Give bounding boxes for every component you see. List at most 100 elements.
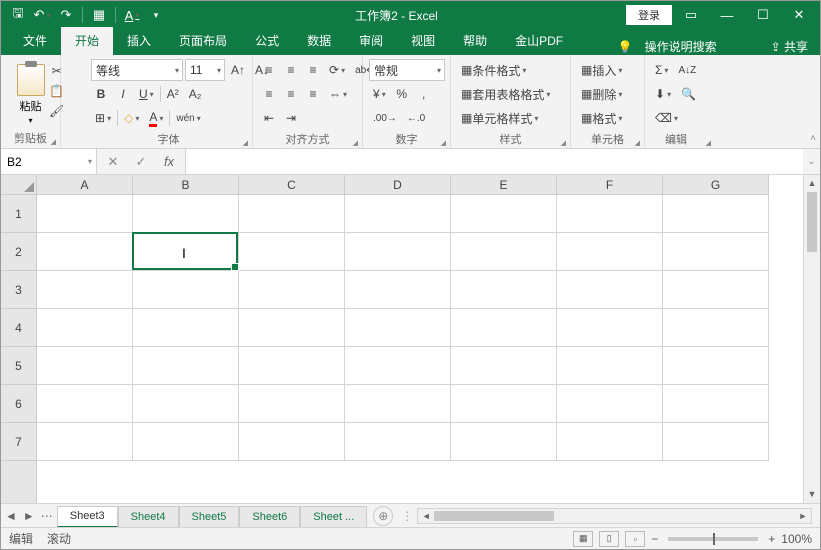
tell-me-search[interactable]: 操作说明搜索	[645, 38, 717, 55]
qat-customize-icon[interactable]: ▾	[145, 4, 167, 26]
page-break-view-icon[interactable]: ▫	[625, 531, 645, 547]
zoom-slider[interactable]	[668, 537, 758, 541]
column-headers[interactable]: ABCDEFG	[37, 175, 769, 195]
share-button[interactable]: ⇪ 共享	[771, 38, 808, 55]
cell[interactable]	[663, 347, 769, 385]
cell[interactable]	[557, 195, 663, 233]
sheet-tab[interactable]: Sheet ...	[300, 506, 367, 528]
new-sheet-button[interactable]: ⊕	[373, 506, 393, 526]
row-header[interactable]: 5	[1, 347, 36, 385]
superscript-button[interactable]: A²	[163, 84, 183, 104]
col-header[interactable]: A	[37, 175, 133, 194]
cell[interactable]	[451, 385, 557, 423]
bold-button[interactable]: B	[91, 84, 111, 104]
col-header[interactable]: E	[451, 175, 557, 194]
normal-view-icon[interactable]: ▦	[573, 531, 593, 547]
cell[interactable]	[557, 309, 663, 347]
ribbon-display-icon[interactable]: ▭	[674, 2, 708, 28]
tab-开始[interactable]: 开始	[61, 27, 113, 55]
percent-icon[interactable]: %	[392, 84, 412, 104]
cell[interactable]	[663, 423, 769, 461]
increase-indent-icon[interactable]: ⇥	[281, 108, 301, 128]
cell[interactable]	[37, 271, 133, 309]
cancel-edit-icon[interactable]: ✕	[103, 154, 123, 170]
cell[interactable]	[451, 423, 557, 461]
redo-button[interactable]: ↷	[55, 4, 77, 26]
cut-icon[interactable]: ✂	[45, 61, 68, 81]
cell[interactable]	[663, 271, 769, 309]
cell[interactable]	[133, 195, 239, 233]
format-as-table-button[interactable]: ▦ 套用表格格式	[457, 84, 554, 104]
border-button[interactable]: ⊞	[91, 108, 115, 128]
cell-grid[interactable]: I	[37, 195, 803, 503]
tab-文件[interactable]: 文件	[9, 27, 61, 55]
tab-数据[interactable]: 数据	[293, 27, 345, 55]
fill-color-button[interactable]: ◇	[120, 108, 143, 128]
hscroll-left-icon[interactable]: ◄	[418, 511, 434, 521]
col-header[interactable]: F	[557, 175, 663, 194]
qat-font-color-icon[interactable]: A	[121, 4, 143, 26]
scroll-up-icon[interactable]: ▲	[804, 175, 820, 192]
cell[interactable]	[133, 385, 239, 423]
align-middle-icon[interactable]: ≡	[281, 60, 301, 80]
cell[interactable]	[557, 423, 663, 461]
find-button[interactable]: 🔍	[677, 84, 700, 104]
cell[interactable]	[345, 385, 451, 423]
cell[interactable]	[557, 385, 663, 423]
row-header[interactable]: 6	[1, 385, 36, 423]
cell[interactable]	[239, 233, 345, 271]
cell[interactable]	[239, 385, 345, 423]
name-box[interactable]: B2	[1, 149, 97, 174]
cell[interactable]	[239, 347, 345, 385]
cell[interactable]	[133, 309, 239, 347]
formula-bar[interactable]	[186, 149, 803, 174]
tab-金山PDF[interactable]: 金山PDF	[501, 27, 577, 55]
cell[interactable]	[133, 347, 239, 385]
cell[interactable]	[557, 233, 663, 271]
zoom-level[interactable]: 100%	[781, 532, 812, 546]
increase-font-icon[interactable]: A↑	[227, 60, 249, 80]
cell[interactable]	[37, 347, 133, 385]
cell[interactable]	[451, 271, 557, 309]
scroll-thumb[interactable]	[807, 192, 817, 252]
row-header[interactable]: 7	[1, 423, 36, 461]
italic-button[interactable]: I	[113, 84, 133, 104]
tab-scroll-left-icon[interactable]: ◄	[5, 509, 17, 523]
cell[interactable]	[37, 423, 133, 461]
underline-button[interactable]: U	[135, 84, 158, 104]
fill-button[interactable]: ⬇	[651, 84, 675, 104]
cell[interactable]	[345, 423, 451, 461]
decrease-decimal-icon[interactable]: ←.0	[403, 108, 429, 128]
zoom-in-button[interactable]: +	[768, 532, 775, 546]
cell[interactable]	[239, 309, 345, 347]
col-header[interactable]: B	[133, 175, 239, 194]
row-header[interactable]: 4	[1, 309, 36, 347]
row-headers[interactable]: 1234567	[1, 195, 37, 503]
col-header[interactable]: D	[345, 175, 451, 194]
cell[interactable]	[37, 385, 133, 423]
qat-table-icon[interactable]: ▦	[88, 4, 110, 26]
sort-filter-button[interactable]: A↓Z	[674, 60, 700, 80]
page-layout-view-icon[interactable]: ▯	[599, 531, 619, 547]
tab-list-icon[interactable]: ⋯	[41, 509, 53, 523]
fx-icon[interactable]: fx	[159, 154, 179, 169]
currency-icon[interactable]: ¥	[369, 84, 390, 104]
cell[interactable]	[239, 271, 345, 309]
hscroll-thumb[interactable]	[434, 511, 554, 521]
cell-styles-button[interactable]: ▦ 单元格样式	[457, 108, 542, 128]
subscript-button[interactable]: A₂	[185, 84, 206, 104]
cell[interactable]	[37, 233, 133, 271]
number-format-combo[interactable]: 常规	[369, 59, 445, 81]
cell[interactable]	[557, 271, 663, 309]
row-header[interactable]: 2	[1, 233, 36, 271]
cell[interactable]	[557, 347, 663, 385]
orientation-icon[interactable]: ⟳	[325, 60, 349, 80]
collapse-ribbon-icon[interactable]: ˄	[810, 133, 816, 144]
font-name-combo[interactable]: 等线	[91, 59, 183, 81]
expand-formula-bar-icon[interactable]: ⌄	[803, 156, 820, 167]
align-left-icon[interactable]: ≡	[259, 84, 279, 104]
cell[interactable]	[133, 271, 239, 309]
tab-审阅[interactable]: 审阅	[345, 27, 397, 55]
delete-cells-button[interactable]: ▦ 删除	[577, 84, 626, 104]
horizontal-scrollbar[interactable]: ◄ ►	[417, 508, 812, 524]
